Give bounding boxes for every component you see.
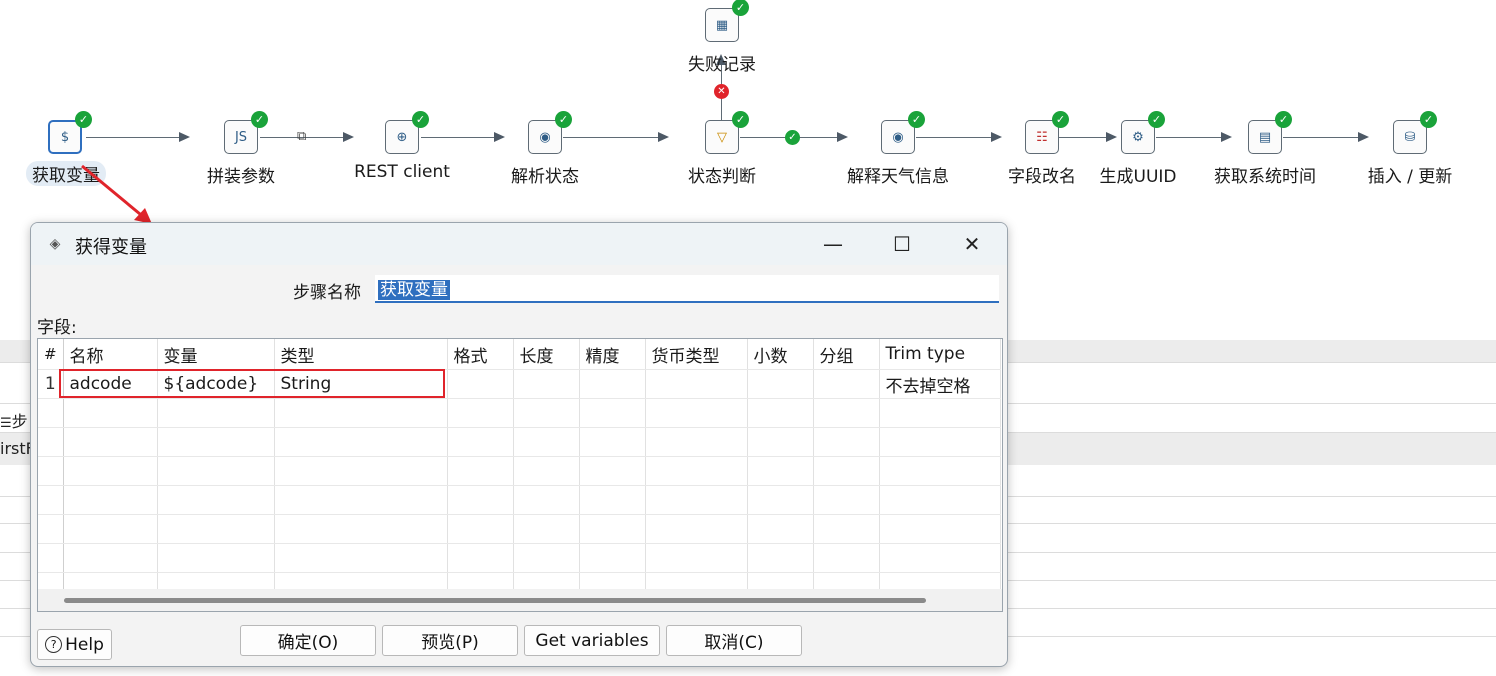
step-failure-log[interactable]: ▦ ✓ [705,0,749,42]
table-cell-format[interactable] [447,369,514,399]
close-button[interactable]: ✕ [952,231,992,257]
status-ok-icon: ✓ [412,111,429,128]
table-header-row: # 名称 变量 类型 格式 长度 精度 货币类型 小数 分组 Trim type [38,339,1001,370]
hop-arrow[interactable] [916,132,1002,142]
cancel-button[interactable]: 取消(C) [666,625,802,656]
step-build-params[interactable]: JS ✓ [224,111,268,154]
column-header[interactable]: 格式 [447,339,514,370]
step-label-build-params[interactable]: 拼装参数 [207,162,275,187]
table-cell-precision[interactable] [579,369,646,399]
hop-false-icon: ✕ [714,84,729,99]
column-header[interactable]: 长度 [513,339,580,370]
table-cell-decimal[interactable] [747,369,814,399]
step-label-rest-client[interactable]: REST client [354,162,450,182]
table-row-empty[interactable] [38,398,1001,428]
column-header[interactable]: 小数 [747,339,814,370]
variable-icon: ◈ [49,236,61,252]
step-insert-update[interactable]: ⛁ ✓ [1393,111,1437,154]
step-label-parse-weather[interactable]: 解释天气信息 [847,162,949,187]
ok-button[interactable]: 确定(O) [240,625,376,656]
hop-true-icon: ✓ [785,130,800,145]
status-ok-icon: ✓ [555,111,572,128]
step-status-check[interactable]: ▽ ✓ [705,111,749,154]
annotation-highlight-box [59,369,445,398]
status-ok-icon: ✓ [1148,111,1165,128]
hop-arrow[interactable] [1283,132,1369,142]
table-cell-currency[interactable] [645,369,748,399]
background-tab-label: ☰步 [0,412,28,431]
help-button[interactable]: ? Help [37,629,112,660]
step-label-rename-fields[interactable]: 字段改名 [1008,162,1076,187]
step-label-system-time[interactable]: 获取系统时间 [1214,162,1316,187]
horizontal-scrollbar[interactable] [38,589,1002,611]
status-ok-icon: ✓ [1275,111,1292,128]
status-ok-icon: ✓ [1420,111,1437,128]
step-generate-uuid[interactable]: ⚙ ✓ [1121,111,1165,154]
step-name-label: 步骤名称 [293,283,361,303]
hop-arrow[interactable] [1059,132,1117,142]
step-label-failure-log[interactable]: 失败记录 [688,50,756,75]
fields-label: 字段: [37,318,77,338]
step-name-value: 获取变量 [378,280,450,300]
table-row-empty[interactable] [38,485,1001,515]
column-header[interactable]: 精度 [579,339,646,370]
step-rest-client[interactable]: ⊕ ✓ [385,111,429,154]
table-cell-trim-type[interactable]: 不去掉空格 [879,369,1001,399]
table-row-empty[interactable] [38,543,1001,573]
step-parse-status[interactable]: ◉ ✓ [528,111,572,154]
column-header[interactable]: 名称 [63,339,158,370]
maximize-button[interactable]: ☐ [882,231,922,257]
dialog-titlebar[interactable]: ◈ 获得变量 — ☐ ✕ [31,223,1007,265]
scrollbar-thumb[interactable] [64,598,926,603]
step-label-status-check[interactable]: 状态判断 [688,162,756,187]
step-label-parse-status[interactable]: 解析状态 [511,162,579,187]
step-parse-weather[interactable]: ◉ ✓ [881,111,925,154]
column-header[interactable]: 变量 [157,339,275,370]
status-ok-icon: ✓ [732,0,749,16]
copy-rows-icon: ⧉ [297,129,307,144]
get-variables-dialog: ◈ 获得变量 — ☐ ✕ 步骤名称 获取变量 字段: # 名称 变量 类型 格式… [30,222,1008,667]
dialog-title: 获得变量 [75,237,147,258]
status-ok-icon: ✓ [1052,111,1069,128]
table-row-empty[interactable] [38,427,1001,457]
step-name-input[interactable]: 获取变量 [375,275,999,303]
table-cell-group[interactable] [813,369,880,399]
annotation-arrow [81,164,152,224]
preview-button[interactable]: 预览(P) [382,625,518,656]
column-header[interactable]: 货币类型 [645,339,748,370]
step-label-insert-update[interactable]: 插入 / 更新 [1368,162,1453,187]
column-header[interactable]: 分组 [813,339,880,370]
step-system-time[interactable]: ▤ ✓ [1248,111,1292,154]
table-row-empty[interactable] [38,514,1001,544]
get-variables-button[interactable]: Get variables [524,625,660,656]
status-ok-icon: ✓ [732,111,749,128]
hop-arrow[interactable] [1156,132,1232,142]
minimize-button[interactable]: — [813,231,853,257]
column-header[interactable]: Trim type [879,339,1001,370]
hop-arrow[interactable] [563,132,669,142]
step-label-generate-uuid[interactable]: 生成UUID [1100,162,1177,187]
status-ok-icon: ✓ [908,111,925,128]
table-cell-length[interactable] [513,369,580,399]
hop-arrow[interactable] [421,132,505,142]
help-icon: ? [45,636,63,653]
row-number-header: # [38,339,64,370]
column-header[interactable]: 类型 [274,339,448,370]
status-ok-icon: ✓ [251,111,268,128]
table-row-empty[interactable] [38,456,1001,486]
step-rename-fields[interactable]: ☷ ✓ [1025,111,1069,154]
